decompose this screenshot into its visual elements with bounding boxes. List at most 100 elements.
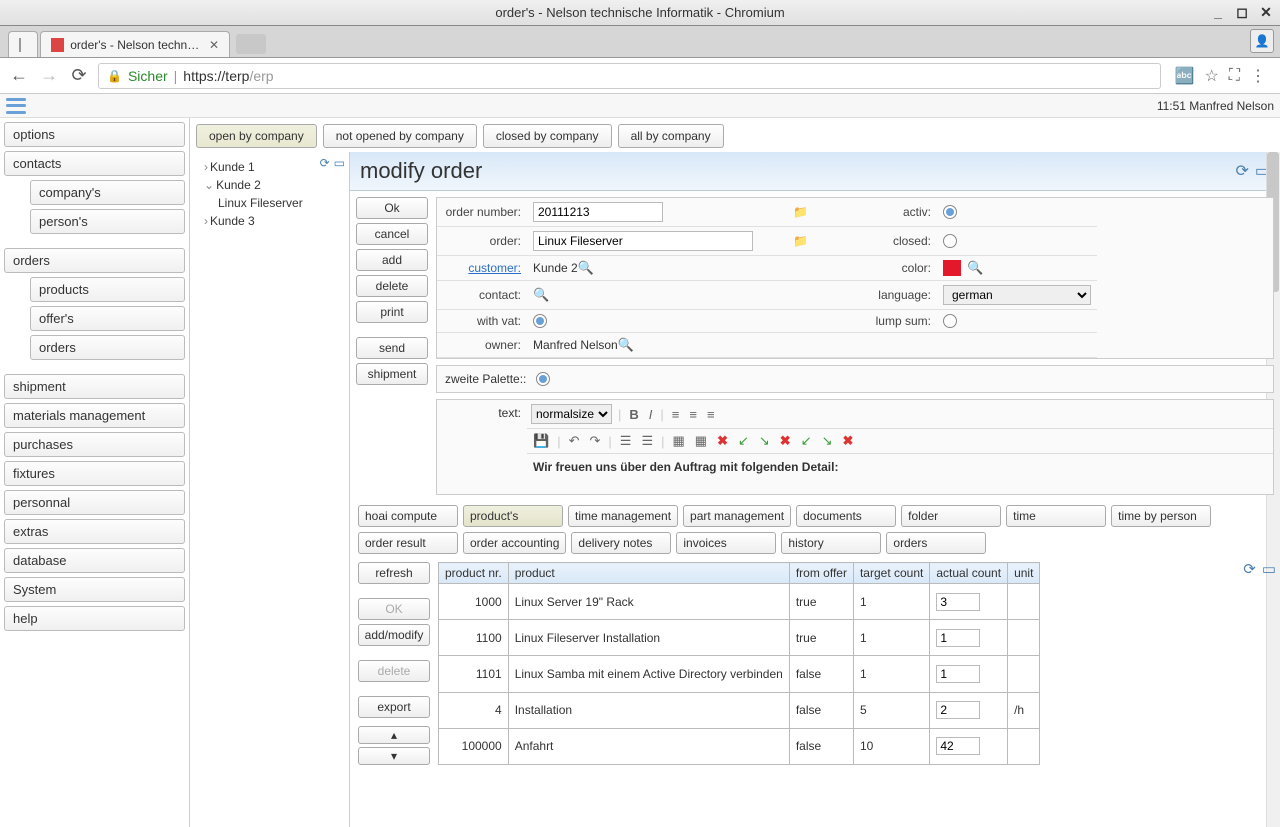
align-left-icon[interactable]: ≡	[670, 407, 682, 422]
tab-not-opened-by-company[interactable]: not opened by company	[323, 124, 477, 148]
fullscreen-icon[interactable]: ⛶	[1229, 67, 1240, 85]
close-icon[interactable]: ✕	[1258, 4, 1274, 20]
refresh-button[interactable]: refresh	[358, 562, 430, 584]
send-button[interactable]: send	[356, 337, 428, 359]
expand-icon[interactable]: ▭	[334, 156, 345, 170]
folder-icon[interactable]: 📁	[793, 234, 808, 248]
sidebar-item-system[interactable]: System	[4, 577, 185, 602]
tab-order-accounting[interactable]: order accounting	[463, 532, 566, 554]
sidebar-item-extras[interactable]: extras	[4, 519, 185, 544]
tab-orders[interactable]: orders	[886, 532, 986, 554]
table-row[interactable]: 1000Linux Server 19" Racktrue1	[439, 584, 1040, 620]
sidebar-item-shipment[interactable]: shipment	[4, 374, 185, 399]
order-number-input[interactable]	[533, 202, 663, 222]
table-row[interactable]: 100000Anfahrtfalse10	[439, 728, 1040, 764]
col-after-icon[interactable]: ↘	[820, 433, 835, 449]
ok-button[interactable]: Ok	[356, 197, 428, 219]
search-icon[interactable]: 🔍	[967, 260, 983, 276]
tab-time-management[interactable]: time management	[568, 505, 678, 527]
col-actual-count[interactable]: actual count	[930, 563, 1008, 584]
align-center-icon[interactable]: ≡	[687, 407, 699, 422]
italic-icon[interactable]: I	[647, 407, 655, 422]
color-swatch[interactable]	[943, 260, 961, 276]
export-button[interactable]: export	[358, 696, 430, 718]
fontsize-select[interactable]: normalsize	[531, 404, 612, 424]
forward-button[interactable]: →	[38, 65, 60, 87]
list-ul-icon[interactable]: ☰	[618, 433, 634, 449]
tab-closed-by-company[interactable]: closed by company	[483, 124, 612, 148]
add-modify-button[interactable]: add/modify	[358, 624, 430, 646]
actual-count-input[interactable]	[936, 629, 980, 647]
sidebar-item-purchases[interactable]: purchases	[4, 432, 185, 457]
save-icon[interactable]: 💾	[531, 433, 551, 449]
col-from-offer[interactable]: from offer	[789, 563, 853, 584]
table-row[interactable]: 1101Linux Samba mit einem Active Directo…	[439, 656, 1040, 692]
tab-delivery-notes[interactable]: delivery notes	[571, 532, 671, 554]
table-row[interactable]: 4Installationfalse5/h	[439, 692, 1040, 728]
new-tab-button[interactable]	[236, 34, 266, 54]
col-product[interactable]: product	[508, 563, 789, 584]
language-select[interactable]: german	[943, 285, 1091, 305]
tab-documents[interactable]: documents	[796, 505, 896, 527]
refresh-icon[interactable]: ⟳	[1243, 560, 1256, 578]
sidebar-item-products[interactable]: products	[30, 277, 185, 302]
bold-icon[interactable]: B	[627, 407, 640, 422]
reload-button[interactable]: ⟳	[68, 65, 90, 87]
back-button[interactable]: ←	[8, 65, 30, 87]
tab-folder[interactable]: folder	[901, 505, 1001, 527]
editor-textarea[interactable]: Wir freuen uns über den Auftrag mit folg…	[527, 454, 1273, 494]
url-input[interactable]: 🔒 Sicher | https://terp/erp	[98, 63, 1161, 89]
tab-all-by-company[interactable]: all by company	[618, 124, 724, 148]
col-product-nr[interactable]: product nr.	[439, 563, 509, 584]
sidebar-item-fixtures[interactable]: fixtures	[4, 461, 185, 486]
insert-icon[interactable]: ▦	[693, 433, 709, 449]
col-unit[interactable]: unit	[1008, 563, 1040, 584]
profile-icon[interactable]: 👤	[1250, 29, 1274, 53]
tab-close-icon[interactable]: ✕	[209, 38, 219, 52]
table-delete-button[interactable]: delete	[358, 660, 430, 682]
order-name-input[interactable]	[533, 231, 753, 251]
tab-time-by-person[interactable]: time by person	[1111, 505, 1211, 527]
delete-col-icon[interactable]: ✖	[841, 433, 856, 449]
lump-sum-radio[interactable]	[943, 314, 957, 328]
tab-order-result[interactable]: order result	[358, 532, 458, 554]
search-icon[interactable]: 🔍	[578, 260, 594, 276]
actual-count-input[interactable]	[936, 701, 980, 719]
tab-part-management[interactable]: part management	[683, 505, 791, 527]
col-before-icon[interactable]: ↙	[799, 433, 814, 449]
tab-time[interactable]: time	[1006, 505, 1106, 527]
browser-tab-blank[interactable]	[8, 31, 38, 57]
sidebar-item-personnal[interactable]: personnal	[4, 490, 185, 515]
table-icon[interactable]: ▦	[670, 433, 686, 449]
refresh-icon[interactable]: ⟳	[320, 156, 330, 170]
tab-products[interactable]: product's	[463, 505, 563, 527]
row-before-icon[interactable]: ↙	[736, 433, 751, 449]
actual-count-input[interactable]	[936, 737, 980, 755]
move-up-button[interactable]: ▴	[358, 726, 430, 744]
menu-icon[interactable]: ⋮	[1250, 66, 1266, 86]
sidebar-item-orders-sub[interactable]: orders	[30, 335, 185, 360]
sidebar-item-contacts[interactable]: contacts	[4, 151, 185, 176]
customer-label-link[interactable]: customer:	[437, 256, 527, 281]
tree-node-kunde2[interactable]: ⌄Kunde 2	[194, 176, 345, 194]
closed-radio[interactable]	[943, 234, 957, 248]
sidebar-item-database[interactable]: database	[4, 548, 185, 573]
bookmark-icon[interactable]: ☆	[1204, 66, 1218, 86]
list-ol-icon[interactable]: ☰	[639, 433, 655, 449]
minimize-icon[interactable]: _	[1210, 4, 1226, 20]
print-button[interactable]: print	[356, 301, 428, 323]
shipment-button[interactable]: shipment	[356, 363, 428, 385]
actual-count-input[interactable]	[936, 665, 980, 683]
maximize-icon[interactable]: ◻	[1234, 4, 1250, 20]
table-row[interactable]: 1100Linux Fileserver Installationtrue1	[439, 620, 1040, 656]
translate-icon[interactable]: 🔤	[1175, 66, 1195, 86]
add-button[interactable]: add	[356, 249, 428, 271]
sidebar-item-companys[interactable]: company's	[30, 180, 185, 205]
table-ok-button[interactable]: OK	[358, 598, 430, 620]
tree-node-kunde3[interactable]: ›Kunde 3	[194, 212, 345, 230]
tab-history[interactable]: history	[781, 532, 881, 554]
activ-radio[interactable]	[943, 205, 957, 219]
palette-radio[interactable]	[536, 372, 550, 386]
refresh-icon[interactable]: ⟳	[1235, 161, 1248, 181]
hamburger-icon[interactable]	[6, 98, 26, 114]
